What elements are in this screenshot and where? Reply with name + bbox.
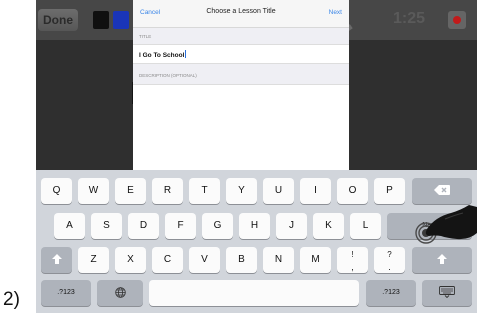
key-comma-label: , [351, 262, 354, 272]
shift-arrow-icon [437, 254, 447, 265]
key-period-label: . [388, 262, 391, 272]
key-x[interactable]: X [115, 247, 146, 273]
key-c[interactable]: C [152, 247, 183, 273]
key-g[interactable]: G [202, 213, 233, 239]
key-a[interactable]: A [54, 213, 85, 239]
shift-left-key[interactable] [41, 247, 72, 273]
ipad-screen: Done 1:25 Cancel Choose a Lesson Title N… [36, 0, 477, 313]
numbers-key-right[interactable]: .?123 [366, 280, 416, 306]
key-u[interactable]: U [263, 178, 294, 204]
step-label: 2) [3, 289, 20, 310]
shift-arrow-icon [51, 254, 62, 265]
key-d[interactable]: D [128, 213, 159, 239]
globe-key[interactable] [97, 280, 143, 306]
recording-time: 1:25 [393, 10, 426, 27]
key-q[interactable]: Q [41, 178, 72, 204]
title-input-value: I Go To School [139, 50, 187, 59]
key-v[interactable]: V [189, 247, 220, 273]
next-button[interactable]: Next [329, 9, 342, 16]
key-o[interactable]: O [337, 178, 368, 204]
key-e[interactable]: E [115, 178, 146, 204]
key-y[interactable]: Y [226, 178, 257, 204]
color-swatch-blue[interactable] [113, 11, 129, 29]
description-input[interactable] [133, 84, 349, 171]
keyboard-hide-icon [439, 286, 455, 299]
shift-right-key[interactable] [412, 247, 472, 273]
key-m[interactable]: M [300, 247, 331, 273]
key-t[interactable]: T [189, 178, 220, 204]
key-f[interactable]: F [165, 213, 196, 239]
key-z[interactable]: Z [78, 247, 109, 273]
key-w[interactable]: W [78, 178, 109, 204]
title-label: TITLE [139, 34, 152, 39]
key-exclaim-label: ! [351, 250, 354, 259]
key-exclaim-comma[interactable]: ! , [337, 247, 368, 273]
key-question-label: ? [387, 250, 392, 259]
done-button[interactable]: Done [38, 9, 78, 31]
key-s[interactable]: S [91, 213, 122, 239]
hide-keyboard-key[interactable] [422, 280, 472, 306]
key-question-period[interactable]: ? . [374, 247, 405, 273]
key-r[interactable]: R [152, 178, 183, 204]
globe-icon [114, 287, 126, 298]
key-n[interactable]: N [263, 247, 294, 273]
description-label: DESCRIPTION (OPTIONAL) [139, 73, 197, 78]
color-swatch-black[interactable] [93, 11, 109, 29]
dialog-title: Choose a Lesson Title [206, 8, 276, 15]
key-h[interactable]: H [239, 213, 270, 239]
backspace-icon [434, 185, 450, 196]
title-input[interactable]: I Go To School [133, 44, 349, 64]
record-icon [453, 16, 461, 24]
lesson-title-dialog: Cancel Choose a Lesson Title Next TITLE … [133, 0, 349, 171]
numbers-key-left[interactable]: .?123 [41, 280, 91, 306]
record-button[interactable] [448, 11, 466, 29]
dialog-header: Cancel Choose a Lesson Title Next [133, 0, 349, 28]
space-bar[interactable] [149, 280, 359, 306]
text-cursor [185, 50, 187, 58]
key-j[interactable]: J [276, 213, 307, 239]
pointing-hand-icon [415, 205, 477, 244]
key-b[interactable]: B [226, 247, 257, 273]
dialog-body: TITLE I Go To School DESCRIPTION (OPTION… [133, 28, 349, 171]
key-i[interactable]: I [300, 178, 331, 204]
key-k[interactable]: K [313, 213, 344, 239]
